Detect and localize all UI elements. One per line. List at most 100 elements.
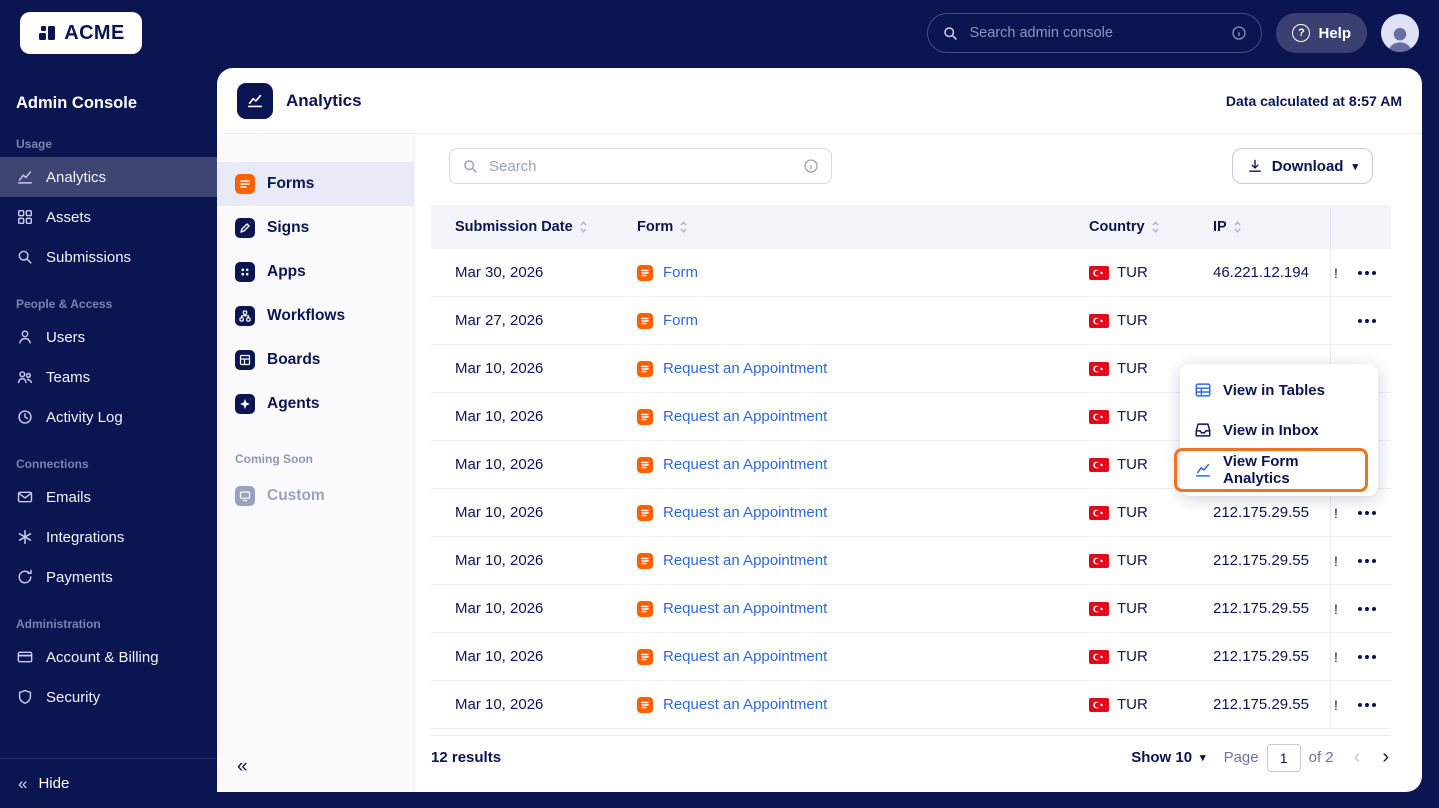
column-header-form[interactable]: Form — [637, 205, 1089, 249]
sidebar-item-assets[interactable]: Assets — [0, 197, 217, 237]
turkey-flag-icon — [1089, 361, 1109, 376]
envelope-icon — [16, 488, 34, 506]
acme-logo-icon — [37, 23, 57, 43]
sidebar-item-users[interactable]: Users — [0, 317, 217, 357]
collapse-panel-nav-icon[interactable]: « — [237, 756, 248, 778]
form-link[interactable]: Request an Appointment — [663, 456, 827, 473]
cell-ip: 212.175.29.55 — [1213, 648, 1309, 665]
search-icon — [942, 25, 959, 42]
help-button[interactable]: ? Help — [1276, 13, 1367, 53]
hide-sidebar-button[interactable]: « Hide — [0, 758, 217, 808]
row-actions-button[interactable] — [1354, 651, 1380, 663]
menu-item-view-in-tables[interactable]: View in Tables — [1180, 370, 1378, 410]
page-size-select[interactable]: Show 10 ▾ — [1131, 749, 1205, 766]
tab-forms[interactable]: Forms — [217, 162, 414, 206]
tab-signs[interactable]: Signs — [217, 206, 414, 250]
cell-form: Form — [637, 312, 698, 329]
form-link[interactable]: Request an Appointment — [663, 552, 827, 569]
table-header: Submission Date Form Country IP — [431, 205, 1391, 249]
country-code: TUR — [1117, 696, 1148, 713]
form-link[interactable]: Request an Appointment — [663, 504, 827, 521]
tab-apps[interactable]: Apps — [217, 250, 414, 294]
admin-console-title[interactable]: Admin Console — [0, 66, 217, 117]
info-icon[interactable] — [1231, 25, 1247, 41]
info-icon[interactable] — [803, 158, 819, 174]
cell-country: TUR — [1089, 360, 1148, 377]
cell-ip: 46.221.12.194 — [1213, 264, 1309, 281]
sidebar-item-label: Integrations — [46, 528, 125, 546]
sidebar-item-emails[interactable]: Emails — [0, 477, 217, 517]
cell-country: TUR — [1089, 456, 1148, 473]
sidebar-item-teams[interactable]: Teams — [0, 357, 217, 397]
form-icon — [637, 696, 653, 713]
tab-agents[interactable]: Agents — [217, 382, 414, 426]
sort-icon — [680, 221, 687, 233]
table-toolbar: Download ▾ — [449, 148, 1373, 184]
tab-boards[interactable]: Boards — [217, 338, 414, 382]
forms-icon — [235, 174, 255, 194]
sidebar-item-analytics[interactable]: Analytics — [0, 157, 217, 197]
menu-item-view-in-inbox[interactable]: View in Inbox — [1180, 410, 1378, 450]
admin-search-input[interactable] — [969, 25, 1222, 41]
tab-workflows[interactable]: Workflows — [217, 294, 414, 338]
sidebar-item-account-billing[interactable]: Account & Billing — [0, 637, 217, 677]
form-link[interactable]: Request an Appointment — [663, 600, 827, 617]
table-search-input[interactable] — [489, 157, 793, 175]
inbox-icon — [1194, 421, 1212, 439]
previous-page-icon[interactable]: ‹ — [1352, 746, 1363, 769]
form-icon — [637, 312, 653, 329]
form-link[interactable]: Request an Appointment — [663, 648, 827, 665]
next-page-icon[interactable]: › — [1380, 746, 1391, 769]
cell-actions: ! — [1330, 249, 1390, 296]
sidebar-item-security[interactable]: Security — [0, 677, 217, 717]
overflow-column-text: ! — [1334, 504, 1338, 521]
form-link[interactable]: Form — [663, 312, 698, 329]
magnifier-icon — [16, 248, 34, 266]
cell-actions — [1330, 297, 1390, 344]
menu-item-view-form-analytics[interactable]: View Form Analytics — [1180, 450, 1378, 490]
cell-form: Request an Appointment — [637, 696, 827, 713]
column-header-submission-date[interactable]: Submission Date — [431, 205, 637, 249]
country-code: TUR — [1117, 312, 1148, 329]
row-actions-button[interactable] — [1354, 267, 1380, 279]
sidebar-item-submissions[interactable]: Submissions — [0, 237, 217, 277]
cell-form: Request an Appointment — [637, 504, 827, 521]
form-link[interactable]: Form — [663, 264, 698, 281]
page-number-input[interactable] — [1266, 743, 1301, 772]
turkey-flag-icon — [1089, 601, 1109, 616]
sidebar-item-label: Account & Billing — [46, 648, 159, 666]
country-code: TUR — [1117, 408, 1148, 425]
sidebar-item-label: Activity Log — [46, 408, 123, 426]
cell-submission-date: Mar 10, 2026 — [455, 456, 544, 473]
form-link[interactable]: Request an Appointment — [663, 408, 827, 425]
column-header-country[interactable]: Country — [1089, 205, 1213, 249]
row-actions-button[interactable] — [1354, 555, 1380, 567]
row-actions-button[interactable] — [1354, 699, 1380, 711]
row-actions-button[interactable] — [1354, 507, 1380, 519]
cell-submission-date: Mar 10, 2026 — [455, 360, 544, 377]
download-button[interactable]: Download ▾ — [1231, 148, 1373, 184]
acme-logo[interactable]: ACME — [20, 12, 142, 54]
turkey-flag-icon — [1089, 457, 1109, 472]
sidebar-item-label: Security — [46, 688, 101, 706]
form-link[interactable]: Request an Appointment — [663, 360, 827, 377]
column-header-ip[interactable]: IP — [1213, 205, 1330, 249]
row-actions-button[interactable] — [1354, 315, 1380, 327]
page-title: Analytics — [286, 90, 362, 110]
results-count: 12 results — [431, 749, 502, 766]
form-icon — [637, 552, 653, 569]
avatar[interactable] — [1381, 14, 1419, 52]
table-search — [449, 148, 832, 184]
sidebar-item-payments[interactable]: Payments — [0, 557, 217, 597]
panel-header: Analytics Data calculated at 8:57 AM — [217, 68, 1422, 134]
sidebar-item-integrations[interactable]: Integrations — [0, 517, 217, 557]
sidebar-item-activity-log[interactable]: Activity Log — [0, 397, 217, 437]
form-link[interactable]: Request an Appointment — [663, 696, 827, 713]
turkey-flag-icon — [1089, 649, 1109, 664]
turkey-flag-icon — [1089, 409, 1109, 424]
tab-label: Apps — [267, 263, 306, 280]
cell-actions: ! — [1330, 633, 1390, 680]
country-code: TUR — [1117, 360, 1148, 377]
row-actions-button[interactable] — [1354, 603, 1380, 615]
form-icon — [637, 360, 653, 377]
